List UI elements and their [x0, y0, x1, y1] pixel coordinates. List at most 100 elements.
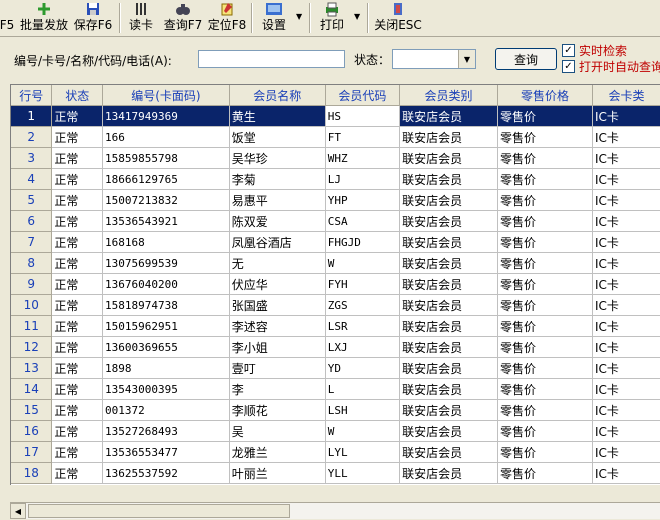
member-code-cell[interactable]: YLL: [325, 462, 401, 484]
column-header[interactable]: 行号: [11, 85, 53, 106]
column-header[interactable]: 会员类别: [399, 85, 498, 106]
member-category-cell[interactable]: 联安店会员: [399, 252, 498, 274]
column-header[interactable]: 会卡类: [592, 85, 660, 106]
search-input[interactable]: [198, 50, 345, 68]
card-type-cell[interactable]: IC卡: [592, 336, 660, 358]
member-name-cell[interactable]: 陈双爱: [229, 210, 326, 232]
card-number-cell[interactable]: 168168: [102, 231, 230, 253]
row-number[interactable]: 14: [11, 378, 53, 400]
row-number[interactable]: 7: [11, 231, 53, 253]
column-header[interactable]: 会员名称: [229, 85, 326, 106]
retail-price-cell[interactable]: 零售价: [497, 462, 593, 484]
status-cell[interactable]: 正常: [51, 189, 103, 211]
retail-price-cell[interactable]: 零售价: [497, 336, 593, 358]
card-number-cell[interactable]: 15859855798: [102, 147, 230, 169]
member-category-cell[interactable]: 联安店会员: [399, 210, 498, 232]
retail-price-cell[interactable]: 零售价: [497, 357, 593, 379]
member-category-cell[interactable]: 联安店会员: [399, 231, 498, 253]
member-name-cell[interactable]: 李: [229, 378, 326, 400]
retail-price-cell[interactable]: 零售价: [497, 189, 593, 211]
card-number-cell[interactable]: 15007213832: [102, 189, 230, 211]
row-number[interactable]: 18: [11, 462, 53, 484]
print-dropdown-icon[interactable]: ▼: [354, 12, 360, 21]
member-category-cell[interactable]: 联安店会员: [399, 336, 498, 358]
member-category-cell[interactable]: 联安店会员: [399, 294, 498, 316]
retail-price-cell[interactable]: 零售价: [497, 294, 593, 316]
card-type-cell[interactable]: IC卡: [592, 231, 660, 253]
column-header[interactable]: 状态: [51, 85, 103, 106]
status-cell[interactable]: 正常: [51, 168, 103, 190]
table-row[interactable]: 7 正常 168168 凤凰谷酒店 FHGJD 联安店会员 零售价 IC卡: [11, 231, 660, 253]
member-name-cell[interactable]: 吴华珍: [229, 147, 326, 169]
scrollbar-thumb[interactable]: [28, 504, 290, 518]
table-row[interactable]: 10 正常 15818974738 张国盛 ZGS 联安店会员 零售价 IC卡: [11, 294, 660, 316]
table-row[interactable]: 18 正常 13625537592 叶丽兰 YLL 联安店会员 零售价 IC卡: [11, 462, 660, 484]
row-number[interactable]: 12: [11, 336, 53, 358]
close-button[interactable]: 关闭ESC: [374, 0, 422, 34]
member-name-cell[interactable]: 黄生: [229, 105, 326, 127]
member-code-cell[interactable]: FHGJD: [325, 231, 401, 253]
card-type-cell[interactable]: IC卡: [592, 462, 660, 484]
status-cell[interactable]: 正常: [51, 462, 103, 484]
table-row[interactable]: 5 正常 15007213832 易惠平 YHP 联安店会员 零售价 IC卡: [11, 189, 660, 211]
row-number[interactable]: 11: [11, 315, 53, 337]
member-category-cell[interactable]: 联安店会员: [399, 273, 498, 295]
table-row[interactable]: 9 正常 13676040200 伏应华 FYH 联安店会员 零售价 IC卡: [11, 273, 660, 295]
card-number-cell[interactable]: 13600369655: [102, 336, 230, 358]
member-code-cell[interactable]: FT: [325, 126, 401, 148]
card-number-cell[interactable]: 166: [102, 126, 230, 148]
card-number-cell[interactable]: 1898: [102, 357, 230, 379]
query-toolbar-button[interactable]: 查询F7: [162, 0, 204, 34]
status-cell[interactable]: 正常: [51, 273, 103, 295]
card-number-cell[interactable]: 13543000395: [102, 378, 230, 400]
member-category-cell[interactable]: 联安店会员: [399, 189, 498, 211]
member-code-cell[interactable]: FYH: [325, 273, 401, 295]
card-number-cell[interactable]: 13536553477: [102, 441, 230, 463]
row-number[interactable]: 13: [11, 357, 53, 379]
retail-price-cell[interactable]: 零售价: [497, 420, 593, 442]
member-category-cell[interactable]: 联安店会员: [399, 420, 498, 442]
card-number-cell[interactable]: 15015962951: [102, 315, 230, 337]
table-row[interactable]: 3 正常 15859855798 吴华珍 WHZ 联安店会员 零售价 IC卡: [11, 147, 660, 169]
row-number[interactable]: 16: [11, 420, 53, 442]
card-number-cell[interactable]: 13676040200: [102, 273, 230, 295]
column-header[interactable]: 零售价格: [497, 85, 593, 106]
member-code-cell[interactable]: LJ: [325, 168, 401, 190]
card-type-cell[interactable]: IC卡: [592, 252, 660, 274]
member-name-cell[interactable]: 李菊: [229, 168, 326, 190]
settings-button[interactable]: 设置: [258, 0, 290, 34]
column-header[interactable]: 编号(卡面码): [102, 85, 230, 106]
locate-button[interactable]: 定位F8: [206, 0, 248, 34]
member-category-cell[interactable]: 联安店会员: [399, 315, 498, 337]
member-category-cell[interactable]: 联安店会员: [399, 441, 498, 463]
row-number[interactable]: 8: [11, 252, 53, 274]
table-row[interactable]: 17 正常 13536553477 龙雅兰 LYL 联安店会员 零售价 IC卡: [11, 441, 660, 463]
card-number-cell[interactable]: 13075699539: [102, 252, 230, 274]
retail-price-cell[interactable]: 零售价: [497, 231, 593, 253]
card-number-cell[interactable]: 13536543921: [102, 210, 230, 232]
card-number-cell[interactable]: 13417949369: [102, 105, 230, 127]
member-name-cell[interactable]: 吴: [229, 420, 326, 442]
member-name-cell[interactable]: 李述容: [229, 315, 326, 337]
status-cell[interactable]: 正常: [51, 420, 103, 442]
status-cell[interactable]: 正常: [51, 315, 103, 337]
member-category-cell[interactable]: 联安店会员: [399, 357, 498, 379]
card-type-cell[interactable]: IC卡: [592, 147, 660, 169]
status-cell[interactable]: 正常: [51, 231, 103, 253]
member-code-cell[interactable]: HS: [325, 105, 401, 127]
member-name-cell[interactable]: 张国盛: [229, 294, 326, 316]
retail-price-cell[interactable]: 零售价: [497, 273, 593, 295]
member-code-cell[interactable]: LYL: [325, 441, 401, 463]
refresh-button[interactable]: F5: [0, 0, 14, 34]
table-row[interactable]: 16 正常 13527268493 吴 W 联安店会员 零售价 IC卡: [11, 420, 660, 442]
status-select[interactable]: ▼: [392, 49, 476, 69]
table-row[interactable]: 1 正常 13417949369 黄生 HS 联安店会员 零售价 IC卡: [11, 105, 660, 127]
status-cell[interactable]: 正常: [51, 126, 103, 148]
member-code-cell[interactable]: CSA: [325, 210, 401, 232]
row-number[interactable]: 4: [11, 168, 53, 190]
member-category-cell[interactable]: 联安店会员: [399, 105, 498, 127]
status-cell[interactable]: 正常: [51, 147, 103, 169]
table-row[interactable]: 6 正常 13536543921 陈双爱 CSA 联安店会员 零售价 IC卡: [11, 210, 660, 232]
table-row[interactable]: 14 正常 13543000395 李 L 联安店会员 零售价 IC卡: [11, 378, 660, 400]
print-button[interactable]: 打印: [316, 0, 348, 34]
